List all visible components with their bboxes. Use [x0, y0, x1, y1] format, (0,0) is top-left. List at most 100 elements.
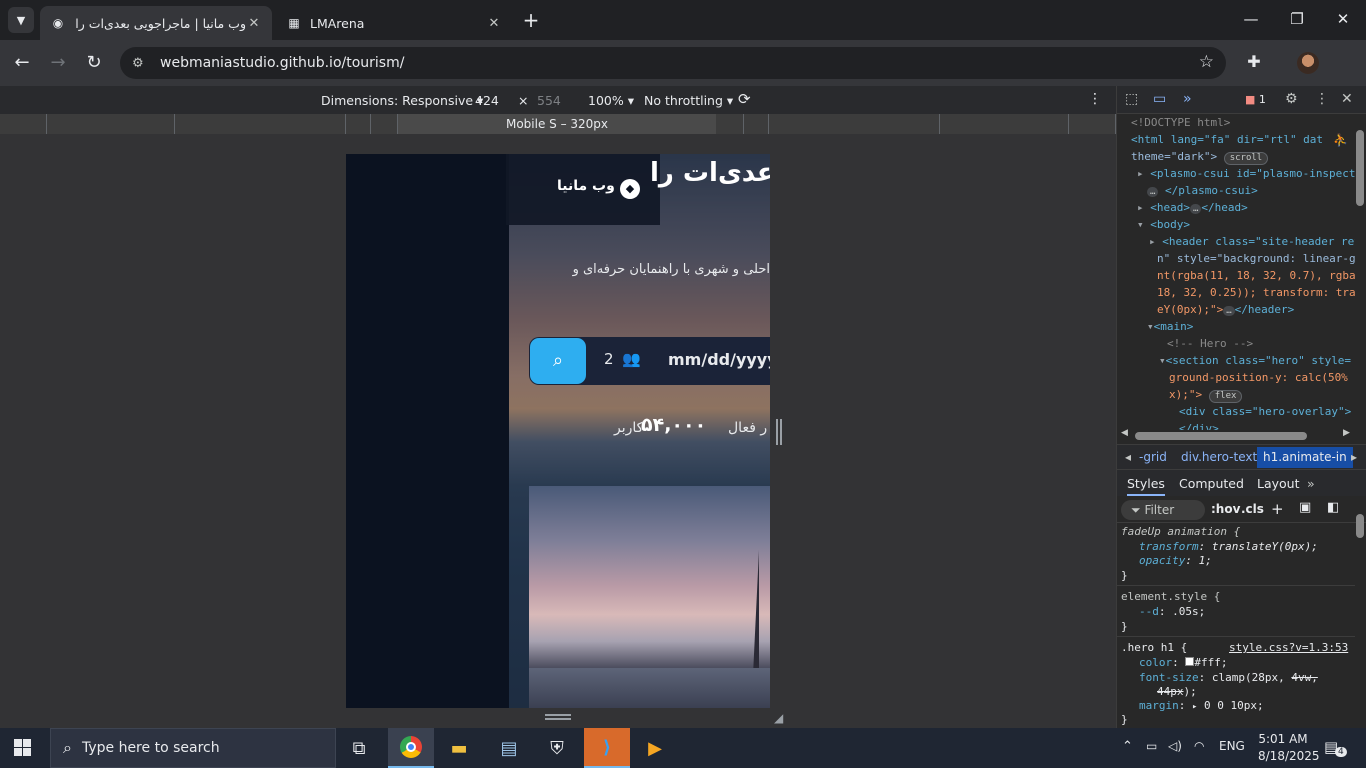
breadcrumb-next-icon[interactable]: ▸: [1351, 450, 1357, 464]
ruler-segment[interactable]: [47, 114, 175, 134]
vscode-icon[interactable]: ⟩: [584, 728, 630, 768]
address-bar[interactable]: ⚙ webmaniastudio.github.io/tourism/ ☆: [120, 47, 1226, 79]
site-info-icon[interactable]: ⚙: [132, 56, 150, 71]
task-view-icon[interactable]: ⧉: [336, 728, 382, 768]
ruler-segment[interactable]: [1069, 114, 1116, 134]
elements-hscrollbar[interactable]: [1135, 432, 1307, 440]
more-options-icon[interactable]: ⋮: [1088, 91, 1102, 107]
ellipsis-badge[interactable]: …: [1223, 306, 1235, 316]
breadcrumb-grid[interactable]: -grid: [1139, 450, 1167, 464]
tab-search-button[interactable]: ▼: [8, 7, 34, 33]
file-explorer-icon[interactable]: ▬: [436, 728, 482, 768]
device-toggle-icon[interactable]: ▭: [1153, 91, 1166, 107]
guests-field[interactable]: 2: [604, 350, 614, 368]
rule-fadeup-selector[interactable]: fadeUp animation {: [1121, 525, 1240, 540]
sidebar-toggle-icon[interactable]: ◧: [1327, 500, 1339, 515]
plasmo-node[interactable]: ▸ <plasmo-csui id="plasmo-inspecto: [1137, 165, 1355, 182]
rule-fadeup-opacity[interactable]: opacity: 1;: [1139, 554, 1212, 569]
hov-toggle[interactable]: :hov: [1211, 502, 1240, 516]
settings-gear-icon[interactable]: ⚙: [1285, 91, 1298, 107]
new-tab-button[interactable]: +: [520, 10, 542, 32]
close-window-button[interactable]: ✕: [1332, 10, 1354, 30]
tab-computed[interactable]: Computed: [1179, 476, 1244, 491]
tab-layout[interactable]: Layout: [1257, 476, 1300, 491]
html-node-cont[interactable]: theme="dark"> scroll: [1131, 148, 1269, 165]
photos-icon[interactable]: ▤: [486, 728, 532, 768]
language-indicator[interactable]: ENG: [1219, 739, 1245, 753]
bookmark-star-icon[interactable]: ☆: [1199, 52, 1214, 72]
brand-name[interactable]: وب مانیا: [557, 178, 615, 194]
head-node[interactable]: ▸ <head>… </head>: [1137, 199, 1248, 216]
ruler-segment[interactable]: [371, 114, 398, 134]
height-input[interactable]: 554: [537, 93, 561, 108]
issues-badge[interactable]: ■ 1: [1245, 93, 1266, 106]
breadcrumb-hero-text[interactable]: div.hero-text: [1181, 450, 1257, 464]
avatar[interactable]: [1297, 52, 1319, 74]
date-input[interactable]: mm/dd/yyyy: [668, 350, 770, 369]
search-button[interactable]: ⌕: [530, 338, 586, 384]
resize-corner-icon[interactable]: ◢: [774, 711, 783, 725]
doctype-node[interactable]: <!DOCTYPE html>: [1131, 114, 1230, 131]
scroll-right-icon[interactable]: ▶: [1343, 428, 1350, 438]
ellipsis-badge[interactable]: …: [1147, 187, 1159, 197]
header-node[interactable]: ▸ <header class="site-header rev: [1149, 233, 1355, 250]
volume-icon[interactable]: ◁): [1168, 739, 1182, 753]
tab-webmania[interactable]: ◉ وب مانیا | ماجراجویی بعدی‌ات را پ ✕: [40, 6, 272, 40]
minimize-button[interactable]: —: [1240, 10, 1262, 30]
ruler-segment[interactable]: [940, 114, 1069, 134]
taskbar-search[interactable]: ⌕ Type here to search: [50, 728, 336, 768]
ruler-segment[interactable]: [716, 114, 744, 134]
rule-element-d[interactable]: --d: .05s;: [1139, 605, 1205, 620]
close-devtools-icon[interactable]: ✕: [1341, 91, 1353, 107]
accessibility-icon[interactable]: ⛹: [1333, 132, 1348, 149]
plasmo-node-close[interactable]: … </plasmo-csui>: [1147, 182, 1258, 199]
clock[interactable]: 5:01 AM 8/18/2025: [1258, 732, 1320, 763]
rule-hero-margin[interactable]: margin: ▸ 0 0 10px;: [1139, 699, 1264, 715]
breadcrumb-h1[interactable]: h1.animate-in: [1257, 447, 1353, 468]
paint-brush-icon[interactable]: ▣: [1299, 500, 1311, 515]
back-button[interactable]: ←: [10, 51, 34, 75]
html-node[interactable]: <html lang="fa" dir="rtl" dat: [1131, 131, 1323, 148]
add-rule-icon[interactable]: +: [1271, 500, 1284, 518]
inspect-icon[interactable]: ⬚: [1125, 91, 1138, 107]
rule-source-link[interactable]: style.css?v=1.3:53: [1229, 641, 1348, 656]
flex-badge[interactable]: flex: [1208, 390, 1243, 403]
tray-chevron-up-icon[interactable]: ⌃: [1122, 739, 1133, 754]
more-tabs-icon[interactable]: »: [1183, 91, 1192, 107]
ruler-segment[interactable]: [769, 114, 940, 134]
security-shield-icon[interactable]: ⛨: [534, 728, 580, 768]
battery-icon[interactable]: ▭: [1146, 739, 1157, 753]
network-icon[interactable]: ◠: [1194, 739, 1204, 753]
styles-scrollbar[interactable]: [1356, 514, 1364, 538]
breadcrumb-prev-icon[interactable]: ◂: [1125, 450, 1131, 464]
ellipsis-badge[interactable]: …: [1190, 204, 1202, 214]
more-tabs-icon[interactable]: »: [1307, 476, 1315, 491]
rule-hero-font-size[interactable]: font-size: clamp(28px, 4vw,: [1139, 671, 1318, 686]
tab-lmarena[interactable]: ▦ LMArena ✕: [276, 6, 512, 40]
start-button[interactable]: [14, 739, 32, 757]
rule-hero-h1-selector[interactable]: .hero h1 {: [1121, 641, 1187, 656]
rule-hero-color[interactable]: color: #fff;: [1139, 656, 1228, 671]
hero-comment[interactable]: <!-- Hero -->: [1167, 335, 1253, 352]
elements-scrollbar[interactable]: [1356, 130, 1364, 206]
extensions-icon[interactable]: ✚: [1243, 52, 1265, 74]
chrome-icon[interactable]: [388, 728, 434, 768]
scroll-left-icon[interactable]: ◀: [1121, 428, 1128, 438]
throttling-dropdown[interactable]: No throttling ▾: [644, 93, 733, 108]
devtools-menu-icon[interactable]: ⋮: [1315, 91, 1329, 107]
ruler-segment[interactable]: [175, 114, 346, 134]
ruler-label-mobile-s[interactable]: Mobile S – 320px: [398, 114, 716, 134]
overlay-node[interactable]: <div class="hero-overlay">: [1179, 403, 1351, 420]
ruler-segment[interactable]: [744, 114, 769, 134]
rule-fadeup-transform[interactable]: transform: translateY(0px);: [1139, 540, 1318, 555]
section-node[interactable]: ▾<section class="hero" style=: [1159, 352, 1351, 369]
close-tab-icon[interactable]: ✕: [486, 16, 502, 31]
notifications-icon[interactable]: ▤ 4: [1324, 738, 1347, 757]
expand-arrow-icon[interactable]: ▸: [1192, 702, 1197, 712]
main-node[interactable]: ▾<main>: [1147, 318, 1193, 335]
reload-button[interactable]: ↻: [82, 51, 106, 75]
zoom-dropdown[interactable]: 100% ▾: [588, 93, 634, 108]
dimensions-dropdown[interactable]: Dimensions: Responsive ▾: [321, 93, 483, 108]
tab-styles[interactable]: Styles: [1127, 476, 1165, 496]
scroll-badge[interactable]: scroll: [1223, 152, 1269, 165]
